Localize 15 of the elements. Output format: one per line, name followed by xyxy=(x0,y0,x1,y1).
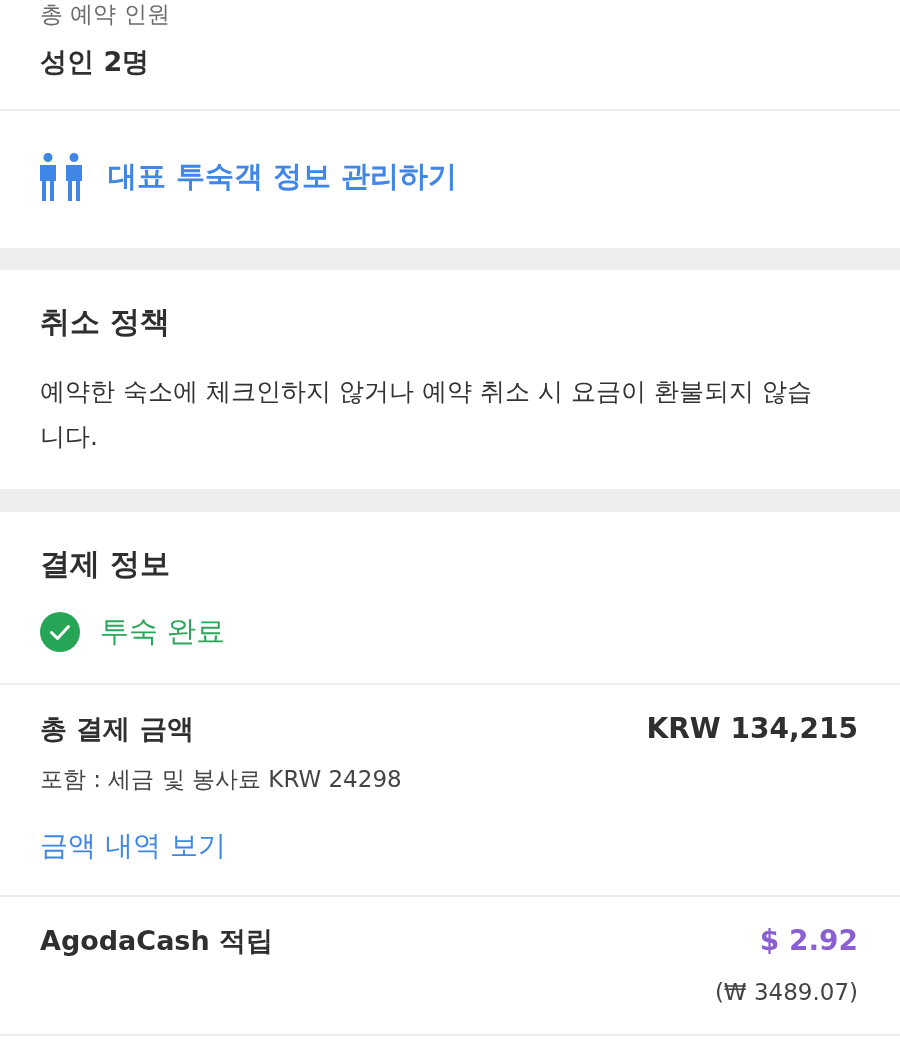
cancellation-title: 취소 정책 xyxy=(40,303,172,341)
two-people-icon xyxy=(40,153,82,201)
cashback-label: AgodaCash 적립 xyxy=(40,924,274,958)
guests-value: 성인 2명 xyxy=(40,45,151,79)
tax-note: 포함 : 세금 및 봉사료 KRW 24298 xyxy=(40,765,403,794)
cashback-converted: (₩ 3489.07) xyxy=(714,978,858,1007)
cashback-amount: $ 2.92 xyxy=(759,923,858,959)
status-label: 투숙 완료 xyxy=(100,613,226,650)
total-amount: KRW 134,215 xyxy=(646,711,858,747)
guest-info-link[interactable]: 대표 투숙객 정보 관리하기 xyxy=(40,153,458,201)
payment-title: 결제 정보 xyxy=(40,545,172,583)
cancellation-text: 예약한 숙소에 체크인하지 않거나 예약 취소 시 요금이 환불되지 않습니다. xyxy=(40,376,813,453)
guests-label: 총 예약 인원 xyxy=(40,0,171,28)
total-label: 총 결제 금액 xyxy=(40,712,194,746)
price-details-link[interactable]: 금액 내역 보기 xyxy=(40,828,226,864)
